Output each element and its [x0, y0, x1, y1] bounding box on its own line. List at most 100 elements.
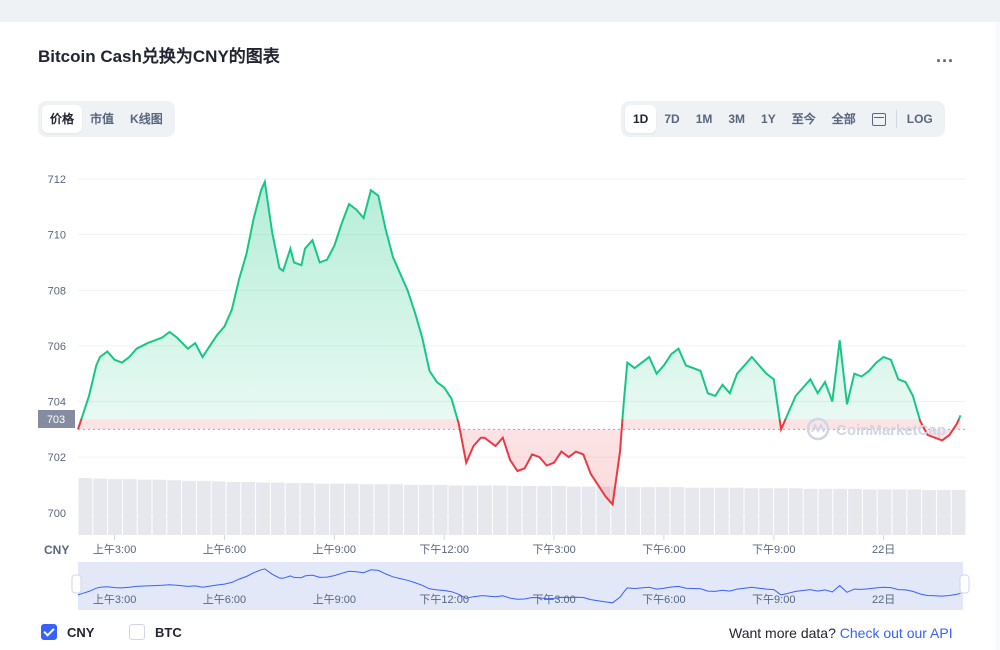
area-below-baseline: [78, 419, 961, 505]
x-tick-label: 下午12:00: [419, 543, 469, 556]
x-tick-label: 22日: [872, 544, 895, 556]
legend-cny[interactable]: CNY: [41, 624, 94, 640]
volume-bar: [448, 485, 463, 535]
legend-label-btc: BTC: [155, 624, 182, 640]
volume-bar: [892, 489, 907, 535]
volume-bar: [877, 489, 892, 535]
volume-bars: [78, 478, 966, 535]
checkbox-checked-icon[interactable]: [41, 624, 57, 640]
y-axis: 700 702 704 706 708 710 712: [48, 174, 66, 520]
currency-label: CNY: [44, 543, 69, 557]
navigator-right-handle[interactable]: [959, 574, 970, 594]
volume-bar: [833, 488, 848, 535]
navigator-label: 22日: [872, 594, 895, 606]
volume-bar: [226, 481, 241, 535]
y-tick-label: 712: [48, 174, 66, 186]
volume-bar: [862, 489, 877, 535]
volume-bar: [478, 485, 492, 535]
volume-bar: [640, 487, 655, 535]
volume-bar: [922, 489, 936, 535]
volume-bar: [433, 484, 448, 535]
volume-bar: [374, 484, 389, 535]
x-tick-label: 上午9:00: [313, 543, 356, 556]
volume-bar: [241, 481, 256, 535]
volume-bar: [389, 484, 404, 535]
volume-bar: [167, 480, 182, 535]
volume-bar: [256, 482, 270, 535]
x-tick-label: 下午6:00: [642, 543, 685, 556]
volume-bar: [344, 483, 359, 535]
api-prefix: Want more data?: [729, 625, 840, 641]
y-tick-label: 700: [48, 508, 66, 520]
volume-bar: [492, 485, 507, 535]
volume-bar: [463, 485, 478, 535]
checkbox-unchecked-icon[interactable]: [129, 624, 145, 640]
legend-btc[interactable]: BTC: [129, 624, 182, 640]
volume-bar: [744, 488, 759, 535]
baseline-tag: 703: [38, 410, 75, 428]
navigator-label: 下午6:00: [642, 593, 685, 606]
volume-bar: [670, 487, 685, 535]
volume-bar: [137, 479, 152, 535]
volume-bar: [418, 484, 433, 535]
volume-bar: [951, 489, 966, 535]
navigator-left-handle[interactable]: [71, 574, 82, 594]
volume-bar: [300, 483, 315, 535]
volume-bar: [270, 482, 285, 535]
x-tick-label: 上午6:00: [203, 543, 246, 556]
x-tick-label: 下午3:00: [532, 543, 575, 556]
volume-bar: [552, 485, 566, 535]
navigator-label: 上午3:00: [93, 593, 136, 606]
volume-bar: [315, 483, 330, 535]
volume-bar: [93, 478, 108, 535]
volume-bar: [907, 489, 922, 535]
api-link[interactable]: Check out our API: [840, 625, 953, 641]
navigator-label: 下午9:00: [752, 593, 795, 606]
y-tick-label: 704: [48, 397, 66, 409]
navigator-label: 上午9:00: [313, 593, 356, 606]
y-tick-label: 706: [48, 341, 66, 353]
y-tick-label: 710: [48, 230, 66, 242]
volume-bar: [714, 487, 729, 535]
volume-bar: [404, 484, 418, 535]
volume-bar: [211, 481, 226, 535]
volume-bar: [759, 488, 774, 535]
volume-bar: [122, 479, 137, 535]
volume-bar: [626, 487, 640, 535]
volume-bar: [78, 478, 93, 535]
volume-bar: [285, 483, 300, 535]
range-navigator[interactable]: 上午3:00 上午6:00 上午9:00 下午12:00 下午3:00 下午6:00 下午9…: [71, 562, 970, 610]
volume-bar: [537, 485, 552, 535]
volume-bar: [522, 485, 537, 535]
x-tick-label: 下午9:00: [752, 543, 795, 556]
x-axis: 上午3:00 上午6:00 上午9:00 下午12:00 下午3:00 下午6:00 下午9…: [93, 535, 895, 556]
navigator-label: 下午3:00: [532, 593, 575, 606]
navigator-label: 下午12:00: [419, 593, 469, 606]
watermark-text: CoinMarketCap: [836, 422, 946, 439]
volume-bar: [685, 487, 700, 535]
volume-bar: [803, 488, 818, 535]
y-tick-label: 708: [48, 285, 66, 297]
volume-bar: [196, 480, 211, 535]
volume-bar: [936, 489, 951, 535]
volume-bar: [818, 488, 833, 535]
volume-bar: [774, 488, 788, 535]
volume-bar: [359, 484, 374, 535]
volume-bar: [108, 479, 122, 535]
volume-bar: [788, 488, 803, 535]
volume-bar: [848, 488, 862, 535]
x-tick-label: 上午3:00: [93, 543, 136, 556]
volume-bar: [581, 486, 596, 535]
volume-bar: [700, 487, 714, 535]
volume-bar: [655, 487, 670, 535]
volume-bar: [507, 485, 522, 535]
navigator-label: 上午6:00: [203, 593, 246, 606]
volume-bar: [566, 486, 581, 535]
legend-label-cny: CNY: [67, 624, 95, 640]
price-chart: 700702704706708710712 703 CoinMarketCap …: [38, 174, 970, 610]
api-promo: Want more data? Check out our API: [729, 625, 953, 641]
baseline-tag-label: 703: [47, 414, 65, 426]
volume-bar: [182, 480, 196, 535]
volume-bar: [729, 487, 744, 535]
volume-bar: [152, 479, 167, 535]
